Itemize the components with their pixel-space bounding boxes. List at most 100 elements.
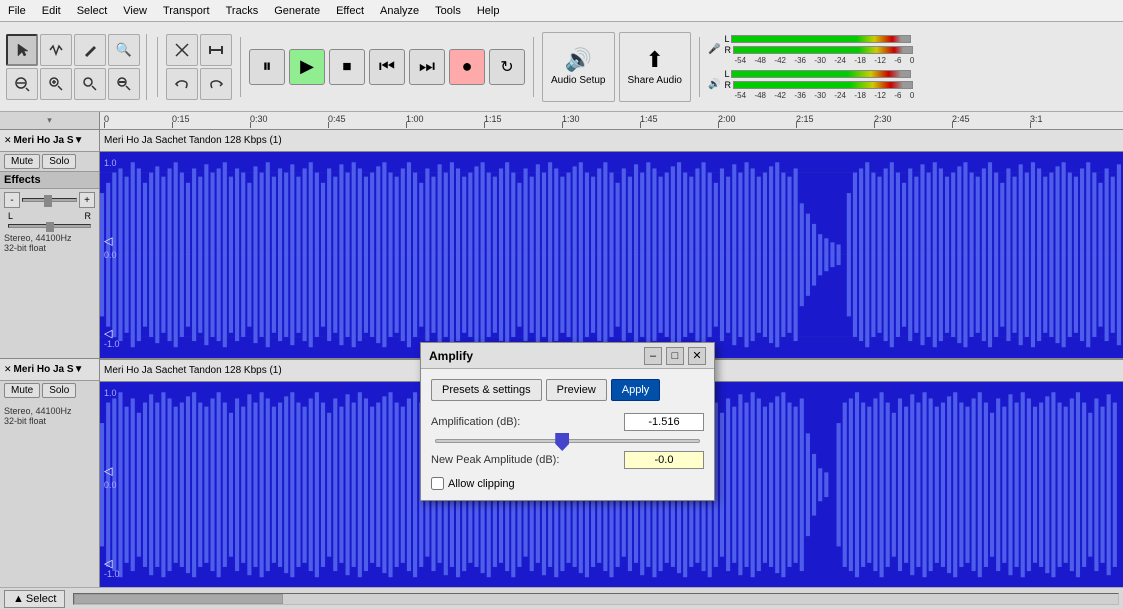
menu-transport[interactable]: Transport — [155, 3, 218, 19]
ruler-145: 1:45 — [640, 114, 658, 124]
tools-section: 🔍 — [6, 34, 147, 100]
menu-select[interactable]: Select — [69, 3, 116, 19]
ruler-230: 2:30 — [874, 114, 892, 124]
dialog-minimize-btn[interactable]: – — [644, 347, 662, 365]
effects-controls: - + L R — [0, 189, 99, 231]
zoom-sel-btn[interactable] — [40, 68, 72, 100]
svg-text:-1.0: -1.0 — [104, 569, 120, 579]
track2-name-bar: ✕ Meri Ho Ja S▼ — [0, 359, 99, 381]
pan-slider[interactable] — [8, 224, 91, 228]
track2-bit: 32-bit float — [4, 416, 95, 426]
close-track2-icon[interactable]: ✕ — [4, 364, 12, 375]
ruler-tick-45 — [328, 122, 329, 128]
play-btn[interactable]: ▶ — [289, 49, 325, 85]
menu-file[interactable]: File — [0, 3, 34, 19]
audio-setup-btn[interactable]: 🔊 Audio Setup — [542, 32, 615, 102]
track1-name-bar: ✕ Meri Ho Ja S▼ — [0, 130, 99, 152]
track1-title: Meri Ho Ja Sachet Tandon 128 Kbps (1) — [104, 135, 282, 146]
amp-input[interactable] — [624, 413, 704, 431]
solo-btn2[interactable]: Solo — [42, 383, 76, 398]
track1-waveform[interactable]: 1.0 0.0 -1.0 ◁ ◁ — [100, 152, 1123, 360]
ruler-tick-230 — [874, 122, 875, 128]
menu-view[interactable]: View — [115, 3, 155, 19]
ruler-spacer: ▾ — [0, 112, 100, 130]
share-audio-btn[interactable]: ⬆ Share Audio — [619, 32, 692, 102]
menu-effect[interactable]: Effect — [328, 3, 372, 19]
dialog-maximize-btn[interactable]: □ — [666, 347, 684, 365]
preview-btn[interactable]: Preview — [546, 379, 607, 401]
envelope-tool-btn[interactable] — [40, 34, 72, 66]
zoom-in-btn[interactable]: 🔍 — [108, 34, 140, 66]
track-main: ▾ 0 0:15 0:30 0:45 1:00 1:15 1:30 1:45 — [0, 112, 1123, 587]
sep3 — [533, 37, 534, 97]
ruler-row: ▾ 0 0:15 0:30 0:45 1:00 1:15 1:30 1:45 — [0, 112, 1123, 130]
lr-row: L R — [4, 211, 95, 221]
sep2 — [240, 37, 241, 97]
mute-btn2[interactable]: Mute — [4, 383, 40, 398]
loop-btn[interactable]: ↻ — [489, 49, 525, 85]
apply-btn[interactable]: Apply — [611, 379, 661, 401]
solo-btn[interactable]: Solo — [42, 154, 76, 169]
ruler-spacer-marker: ▾ — [47, 115, 52, 126]
menu-generate[interactable]: Generate — [266, 3, 328, 19]
mute-btn[interactable]: Mute — [4, 154, 40, 169]
menu-tools[interactable]: Tools — [427, 3, 469, 19]
zoom-out-btn[interactable] — [6, 68, 38, 100]
dialog-close-btn[interactable]: ✕ — [688, 347, 706, 365]
trim-tool-btn[interactable] — [166, 34, 198, 66]
pan-r-label: R — [85, 211, 92, 221]
scroll-thumb[interactable] — [74, 594, 283, 604]
menu-help[interactable]: Help — [469, 3, 508, 19]
track2-btn-row: Mute Solo — [0, 381, 99, 400]
skip-end-btn[interactable]: ⏭ — [409, 49, 445, 85]
selection-tool-btn[interactable] — [6, 34, 38, 66]
draw-tool-btn[interactable] — [74, 34, 106, 66]
allow-clipping-checkbox[interactable] — [431, 477, 444, 490]
share-icon: ⬆ — [646, 47, 664, 73]
slider-container — [431, 439, 704, 443]
silence-tool-btn[interactable] — [200, 34, 232, 66]
peak-row: New Peak Amplitude (dB): — [431, 451, 704, 469]
amp-slider-thumb[interactable] — [555, 433, 569, 451]
ruler-tick-245 — [952, 122, 953, 128]
peak-input[interactable] — [624, 451, 704, 469]
vu-r-label: R — [724, 45, 731, 55]
ruler-215: 2:15 — [796, 114, 814, 124]
bottom-select-btn[interactable]: ▲ Select — [4, 590, 65, 608]
transport-section: ⏸ ▶ ⏹ ⏮ ⏭ ● ↻ — [249, 49, 525, 85]
close-track-icon[interactable]: ✕ — [4, 135, 12, 146]
input-icon: 🎤 — [708, 44, 720, 55]
svg-text:◁: ◁ — [104, 557, 113, 569]
menu-edit[interactable]: Edit — [34, 3, 69, 19]
sep4 — [699, 37, 700, 97]
ruler-tick-15 — [172, 122, 173, 128]
audio-setup-label: Audio Setup — [551, 75, 606, 86]
svg-text:◁: ◁ — [104, 328, 113, 340]
menu-bar: File Edit Select View Transport Tracks G… — [0, 0, 1123, 22]
presets-settings-btn[interactable]: Presets & settings — [431, 379, 542, 401]
zoom-out2-btn[interactable] — [108, 68, 140, 100]
record-btn[interactable]: ● — [449, 49, 485, 85]
zoom-fit-btn[interactable] — [74, 68, 106, 100]
amp-slider-track[interactable] — [435, 439, 700, 443]
skip-start-btn[interactable]: ⏮ — [369, 49, 405, 85]
allow-clipping-label[interactable]: Allow clipping — [448, 478, 515, 490]
gain-slider[interactable] — [22, 198, 77, 202]
stop-btn[interactable]: ⏹ — [329, 49, 365, 85]
speaker-icon: 🔊 — [565, 47, 592, 73]
bottom-select-label: Select — [26, 593, 57, 605]
vu-out-r-label: R — [724, 80, 731, 90]
menu-analyze[interactable]: Analyze — [372, 3, 427, 19]
gain-plus-btn[interactable]: + — [79, 192, 95, 208]
undo-btn[interactable] — [166, 68, 198, 100]
gain-minus-btn[interactable]: - — [4, 192, 20, 208]
pause-btn[interactable]: ⏸ — [249, 49, 285, 85]
menu-tracks[interactable]: Tracks — [218, 3, 267, 19]
redo-btn[interactable] — [200, 68, 232, 100]
ruler-30: 0:30 — [250, 114, 268, 124]
horizontal-scrollbar[interactable] — [73, 593, 1119, 605]
pan-thumb[interactable] — [46, 222, 54, 232]
gain-thumb[interactable] — [44, 195, 52, 207]
ruler-245: 2:45 — [952, 114, 970, 124]
vu-out-l-label: L — [724, 69, 729, 79]
